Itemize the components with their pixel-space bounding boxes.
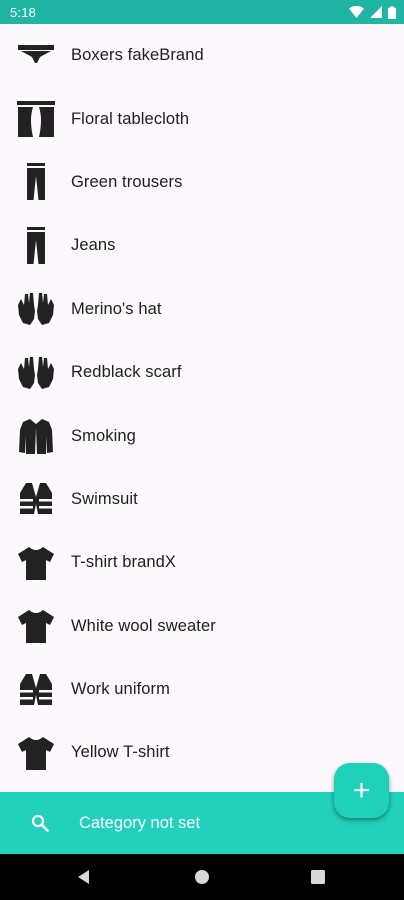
- list-item[interactable]: Work uniform: [0, 658, 404, 721]
- list-item[interactable]: Swimsuit: [0, 468, 404, 531]
- underwear-icon: [16, 36, 56, 76]
- curtains-icon: [16, 99, 56, 139]
- status-bar: 5:18: [0, 0, 404, 24]
- gloves-icon: [16, 289, 56, 329]
- list-item[interactable]: Green trousers: [0, 151, 404, 214]
- vest-icon: [16, 479, 56, 519]
- signal-icon: [370, 6, 382, 18]
- list-item[interactable]: Merino's hat: [0, 278, 404, 341]
- item-label: Smoking: [71, 426, 136, 445]
- tshirt-icon: [16, 543, 56, 583]
- list-item[interactable]: Redblack scarf: [0, 341, 404, 404]
- status-time: 5:18: [10, 4, 37, 20]
- battery-icon: [388, 5, 396, 19]
- trousers-icon: [16, 162, 56, 202]
- list-item[interactable]: White wool sweater: [0, 595, 404, 658]
- trousers-icon: [16, 226, 56, 266]
- item-label: Merino's hat: [71, 299, 162, 318]
- status-icons: [349, 5, 396, 19]
- item-label: Yellow T-shirt: [71, 743, 170, 762]
- category-filter-label: Category not set: [79, 813, 201, 832]
- item-label: Green trousers: [71, 172, 183, 191]
- wifi-icon: [349, 6, 364, 18]
- item-label: T-shirt brandX: [71, 553, 177, 572]
- recents-icon[interactable]: [298, 857, 338, 897]
- navigation-bar: [0, 854, 404, 900]
- item-list: Boxers fakeBrand Floral tablecloth Green…: [0, 24, 404, 792]
- item-label: Jeans: [71, 236, 116, 255]
- home-icon[interactable]: [182, 857, 222, 897]
- list-item[interactable]: T-shirt brandX: [0, 531, 404, 594]
- item-label: Boxers fakeBrand: [71, 46, 204, 65]
- list-item[interactable]: Jeans: [0, 214, 404, 277]
- tshirt-icon: [16, 733, 56, 773]
- item-label: Redblack scarf: [71, 363, 182, 382]
- list-item[interactable]: Smoking: [0, 404, 404, 467]
- add-item-button[interactable]: +: [334, 763, 389, 818]
- gloves-icon: [16, 353, 56, 393]
- tshirt-icon: [16, 606, 56, 646]
- search-icon[interactable]: [30, 813, 50, 833]
- list-item[interactable]: Boxers fakeBrand: [0, 24, 404, 87]
- item-label: Work uniform: [71, 680, 170, 699]
- suit-jacket-icon: [16, 416, 56, 456]
- item-label: Swimsuit: [71, 489, 138, 508]
- list-item[interactable]: Floral tablecloth: [0, 87, 404, 150]
- vest-icon: [16, 670, 56, 710]
- app-screen: 5:18 Boxers fakeBrand Floral tablecloth …: [0, 0, 404, 900]
- item-label: White wool sweater: [71, 616, 216, 635]
- back-icon[interactable]: [64, 857, 104, 897]
- item-label: Floral tablecloth: [71, 109, 190, 128]
- plus-icon: +: [352, 773, 371, 807]
